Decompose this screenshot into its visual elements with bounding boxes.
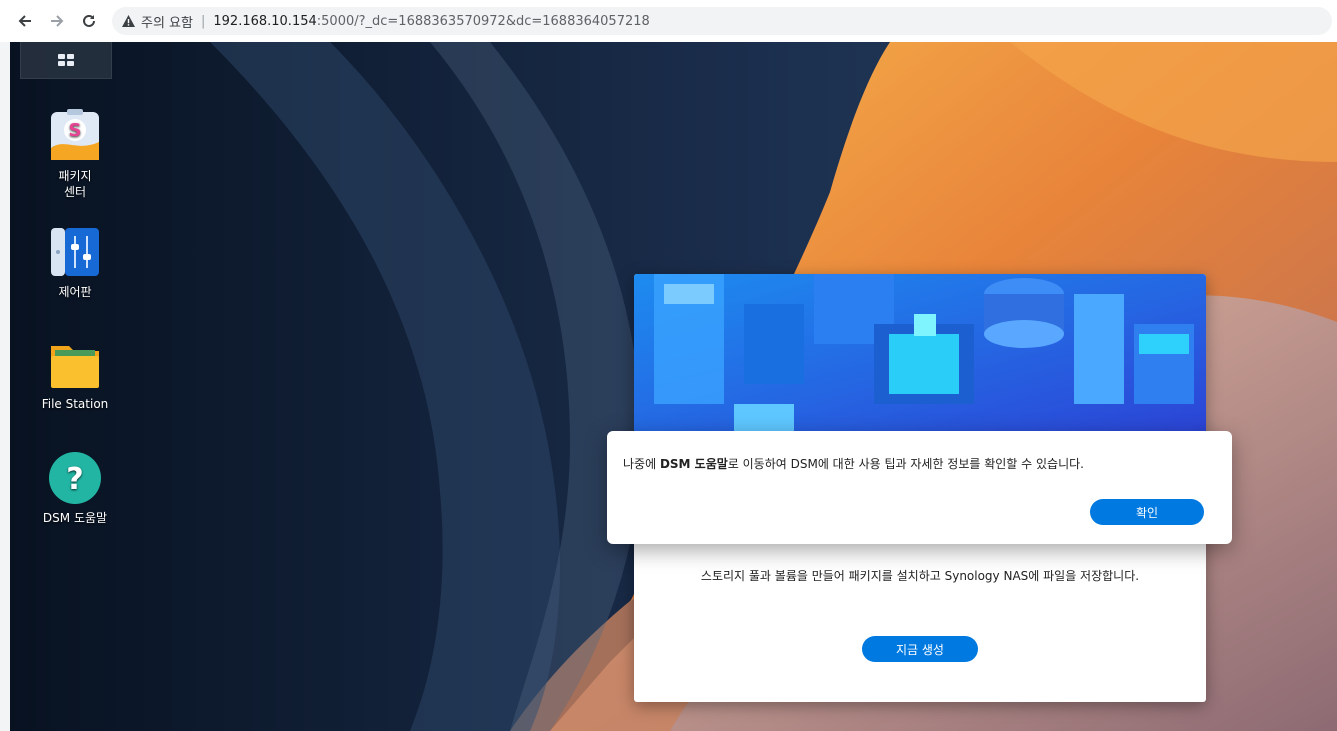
main-menu-icon xyxy=(58,54,74,66)
dsm-desktop: S 패키지 센터 제어판 File Station ? DSM 도움말 스토리지… xyxy=(10,42,1337,731)
reload-icon[interactable] xyxy=(76,8,102,34)
url-path: :5000/?_dc=1688363570972&dc=168836405721… xyxy=(316,13,650,29)
browser-toolbar: 주의 요함 | 192.168.10.154:5000/?_dc=1688363… xyxy=(0,0,1337,43)
package-center-icon: S xyxy=(47,108,103,164)
desktop-icon-file-station[interactable]: File Station xyxy=(30,336,120,412)
forward-icon[interactable] xyxy=(44,8,70,34)
dsm-help-icon: ? xyxy=(47,450,103,506)
divider: | xyxy=(200,13,206,29)
desktop-icon-package-center[interactable]: S 패키지 센터 xyxy=(30,108,120,200)
help-tip-dialog: 나중에 DSM 도움말로 이동하여 DSM에 대한 사용 팁과 자세한 정보를 … xyxy=(607,431,1232,544)
dialog-message: 나중에 DSM 도움말로 이동하여 DSM에 대한 사용 팁과 자세한 정보를 … xyxy=(623,455,1084,472)
main-menu-button[interactable] xyxy=(20,42,112,79)
desktop-icon-label: File Station xyxy=(41,397,109,411)
window-edge xyxy=(0,42,10,731)
url-host: 192.168.10.154 xyxy=(213,13,317,29)
desktop-icon-label: 패키지 센터 xyxy=(58,169,92,199)
security-warning[interactable]: 주의 요함 xyxy=(122,12,193,31)
desktop-icon-label: DSM 도움말 xyxy=(42,511,108,525)
warning-icon xyxy=(122,15,135,27)
warning-label: 주의 요함 xyxy=(141,15,193,31)
welcome-illustration xyxy=(634,274,1206,434)
dialog-message-suffix: 로 이동하여 DSM에 대한 사용 팁과 자세한 정보를 확인할 수 있습니다. xyxy=(727,457,1084,471)
svg-text:S: S xyxy=(69,120,82,141)
ok-button[interactable]: 확인 xyxy=(1090,499,1204,525)
desktop-icon-label: 제어판 xyxy=(58,285,92,299)
welcome-description: 스토리지 풀과 볼륨을 만들어 패키지를 설치하고 Synology NAS에 … xyxy=(700,569,1140,583)
file-station-icon xyxy=(47,336,103,392)
dialog-message-bold: DSM 도움말 xyxy=(659,457,728,471)
dialog-message-prefix: 나중에 xyxy=(623,457,660,471)
back-icon[interactable] xyxy=(12,8,38,34)
desktop-icon-control-panel[interactable]: 제어판 xyxy=(30,224,120,300)
create-now-button[interactable]: 지금 생성 xyxy=(862,636,978,662)
address-bar[interactable]: 주의 요함 | 192.168.10.154:5000/?_dc=1688363… xyxy=(112,7,1332,35)
desktop-icon-dsm-help[interactable]: ? DSM 도움말 xyxy=(30,450,120,526)
svg-text:?: ? xyxy=(66,462,83,497)
control-panel-icon xyxy=(47,224,103,280)
